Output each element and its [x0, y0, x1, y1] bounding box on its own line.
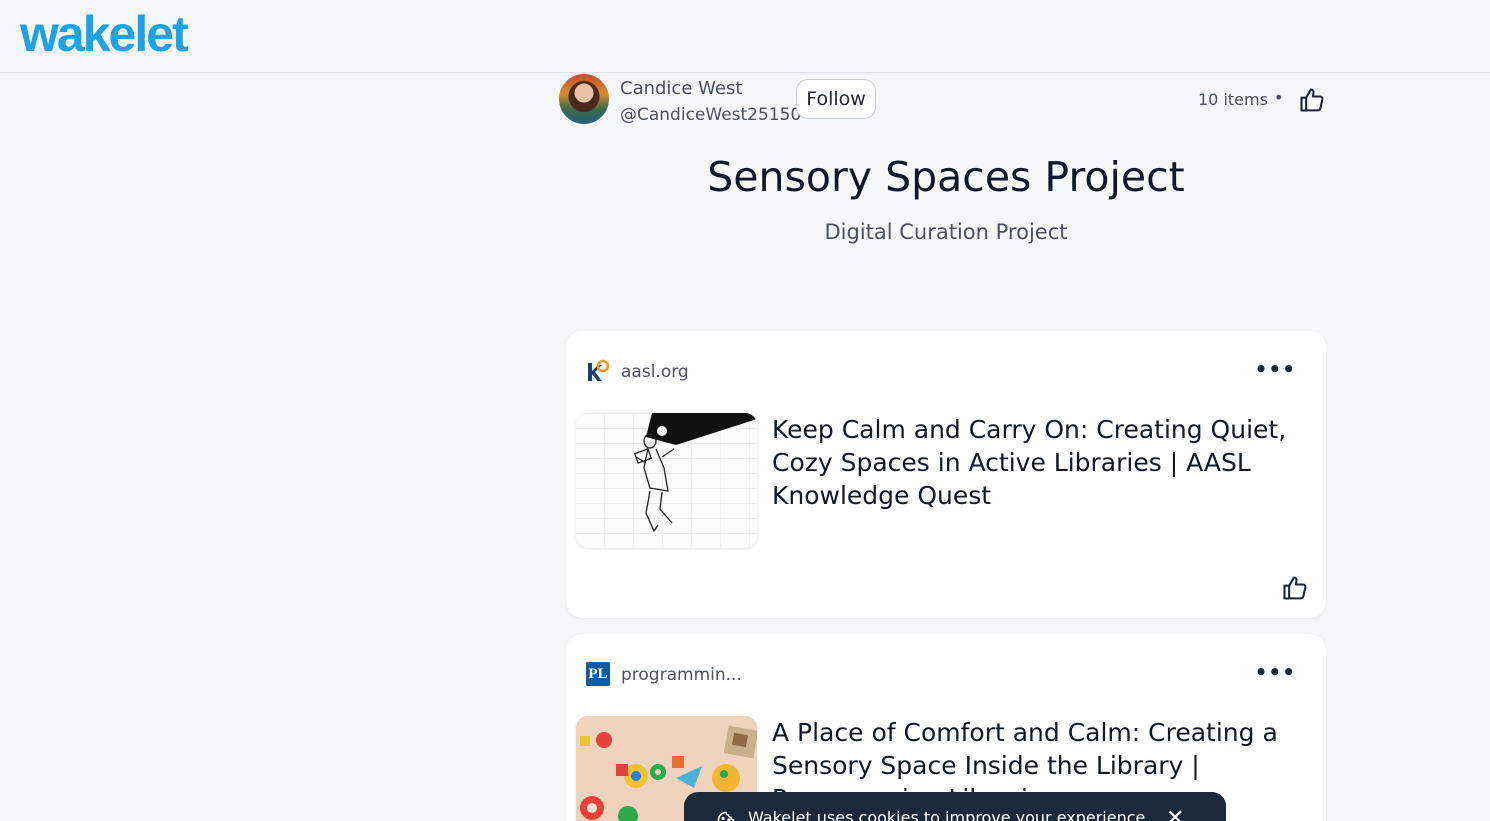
separator-dot: • — [1274, 88, 1284, 107]
like-icon[interactable] — [1298, 86, 1326, 114]
wakelet-logo[interactable]: wakelet — [20, 6, 189, 62]
avatar[interactable] — [559, 74, 609, 124]
cookie-banner: Wakelet uses cookies to improve your exp… — [684, 792, 1226, 821]
cookie-icon — [717, 811, 735, 821]
source-domain[interactable]: programmin... — [621, 665, 742, 685]
kq-logo-icon — [588, 359, 610, 381]
cookie-message: Wakelet uses cookies to improve your exp… — [748, 808, 1146, 821]
more-options-button[interactable]: ••• — [1255, 660, 1296, 684]
item-title[interactable]: Keep Calm and Carry On: Creating Quiet, … — [772, 413, 1292, 512]
collection-item-card[interactable]: aasl.org ••• Keep Calm and Carry On: Cre… — [566, 331, 1326, 618]
item-thumbnail[interactable] — [576, 413, 757, 548]
collection-title: Sensory Spaces Project — [707, 153, 1185, 201]
source-domain[interactable]: aasl.org — [621, 362, 689, 382]
like-icon[interactable] — [1281, 574, 1309, 602]
programming-librarian-logo-icon: PL — [586, 662, 610, 686]
collection-subtitle: Digital Curation Project — [824, 220, 1068, 244]
woman-reading-illustration — [633, 413, 757, 533]
follow-button[interactable]: Follow — [796, 79, 876, 119]
author-name[interactable]: Candice West — [620, 78, 742, 99]
close-icon[interactable]: ✕ — [1166, 806, 1184, 821]
top-bar: wakelet — [0, 0, 1490, 73]
more-options-button[interactable]: ••• — [1255, 357, 1296, 381]
items-count: 10 items — [1198, 90, 1268, 109]
author-handle[interactable]: @CandiceWest25150 — [620, 105, 801, 125]
author-row: Candice West @CandiceWest25150 Follow 10… — [559, 74, 1326, 126]
